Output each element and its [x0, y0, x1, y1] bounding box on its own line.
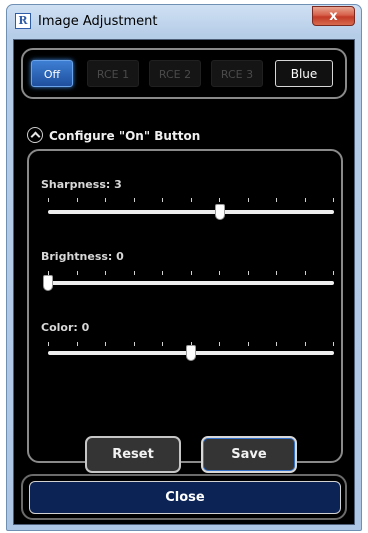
- slider-tick: [77, 342, 78, 346]
- mode-button-panel: Off RCE 1 RCE 2 RCE 3 Blue: [21, 48, 347, 99]
- slider-tick: [191, 198, 192, 202]
- slider-tick: [105, 271, 106, 275]
- slider-tick: [105, 342, 106, 346]
- sharpness-slider-thumb[interactable]: [214, 204, 225, 220]
- slider-tick: [248, 271, 249, 275]
- app-icon: R: [15, 13, 31, 29]
- image-settings-panel: Sharpness: 3 Brightness: 0 Color: 0 Rese…: [27, 149, 343, 473]
- slider-tick: [162, 198, 163, 202]
- slider-tick: [276, 342, 277, 346]
- slider-tick: [219, 271, 220, 275]
- slider-tick: [162, 342, 163, 346]
- dialog-content: Off RCE 1 RCE 2 RCE 3 Blue Configure "On…: [13, 39, 355, 525]
- sharpness-label: Sharpness: 3: [41, 178, 122, 191]
- image-adjustment-window: R Image Adjustment x Off RCE 1 RCE 2 RCE…: [6, 4, 362, 531]
- slider-tick: [305, 342, 306, 346]
- close-button-panel: Close: [21, 474, 347, 520]
- brightness-label: Brightness: 0: [41, 250, 124, 263]
- slider-tick: [333, 198, 334, 202]
- slider-tick: [305, 271, 306, 275]
- slider-tick: [333, 342, 334, 346]
- window-close-button[interactable]: x: [312, 6, 355, 26]
- slider-tick: [333, 271, 334, 275]
- slider-tick: [305, 198, 306, 202]
- slider-tick: [248, 198, 249, 202]
- title-bar: R Image Adjustment x: [7, 5, 361, 39]
- close-button[interactable]: Close: [29, 481, 341, 514]
- brightness-slider-track[interactable]: [48, 281, 334, 285]
- slider-tick: [191, 271, 192, 275]
- color-label: Color: 0: [41, 321, 90, 334]
- slider-tick: [134, 271, 135, 275]
- chevron-up-icon: [27, 127, 43, 143]
- slider-tick: [77, 271, 78, 275]
- slider-tick: [248, 342, 249, 346]
- slider-tick: [48, 198, 49, 202]
- sharpness-ticks: [48, 198, 334, 202]
- color-slider-thumb[interactable]: [186, 345, 196, 361]
- slider-tick: [219, 198, 220, 202]
- slider-tick: [219, 342, 220, 346]
- mode-rce2-button[interactable]: RCE 2: [149, 60, 201, 87]
- slider-tick: [105, 198, 106, 202]
- slider-tick: [134, 342, 135, 346]
- brightness-ticks: [48, 271, 334, 275]
- reset-button[interactable]: Reset: [85, 436, 181, 473]
- sharpness-slider-track[interactable]: [48, 210, 334, 214]
- configure-on-button-label: Configure "On" Button: [49, 129, 201, 143]
- slider-tick: [134, 198, 135, 202]
- slider-tick: [77, 198, 78, 202]
- mode-blue-button[interactable]: Blue: [275, 60, 333, 87]
- mode-rce1-button[interactable]: RCE 1: [87, 60, 139, 87]
- slider-tick: [48, 342, 49, 346]
- slider-tick: [162, 271, 163, 275]
- brightness-slider-thumb[interactable]: [43, 275, 53, 291]
- slider-tick: [276, 198, 277, 202]
- window-title: Image Adjustment: [38, 14, 158, 29]
- slider-tick: [276, 271, 277, 275]
- mode-off-button[interactable]: Off: [31, 60, 73, 87]
- mode-rce3-button[interactable]: RCE 3: [211, 60, 263, 87]
- save-button[interactable]: Save: [201, 436, 297, 473]
